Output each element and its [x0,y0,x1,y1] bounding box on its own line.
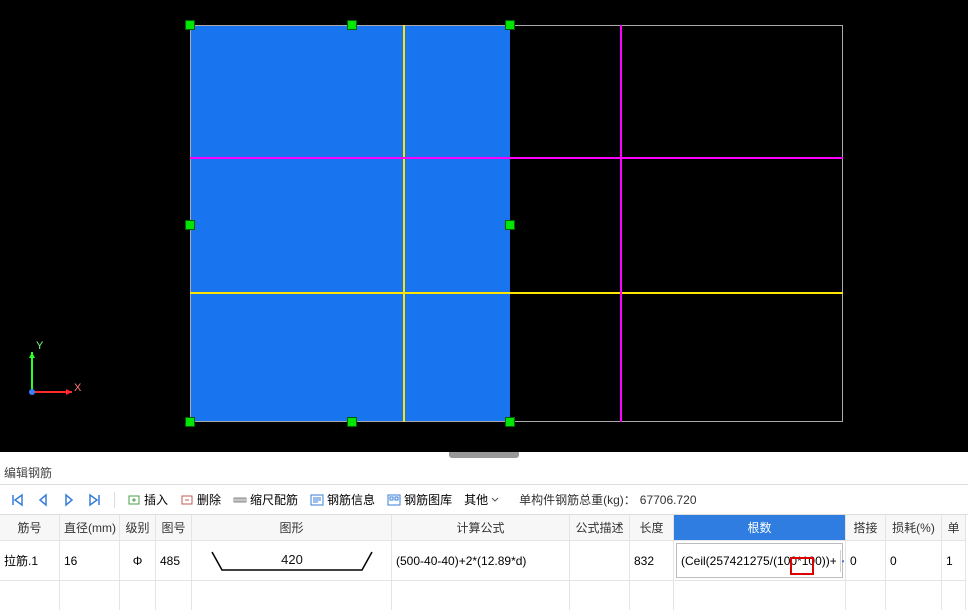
library-label: 钢筋图库 [404,491,452,508]
grip-handle[interactable] [185,220,195,230]
axis-x-label: X [74,382,81,394]
slab-outline [190,25,843,422]
empty-cell[interactable] [846,581,886,610]
ruler-button[interactable]: 缩尺配筋 [229,489,302,510]
empty-cell[interactable] [570,581,630,610]
grip-handle[interactable] [505,220,515,230]
col-dia[interactable]: 直径(mm) [60,515,120,541]
empty-cell[interactable] [0,581,60,610]
pane-title: 编辑钢筋 [0,458,968,484]
empty-cell[interactable] [630,581,674,610]
col-grade[interactable]: 级别 [120,515,156,541]
grid-header-row: 筋号 直径(mm) 级别 图号 图形 计算公式 公式描述 长度 根数 搭接 损耗… [0,515,968,541]
col-lap[interactable]: 搭接 [846,515,886,541]
axis-line-vertical [620,25,622,422]
grip-handle[interactable] [185,417,195,427]
rebar-grid: 筋号 直径(mm) 级别 图号 图形 计算公式 公式描述 长度 根数 搭接 损耗… [0,515,968,610]
nav-next-button[interactable] [58,491,80,509]
ruler-label: 缩尺配筋 [250,491,298,508]
cell-id[interactable]: 拉筋.1 [0,541,60,581]
col-shape[interactable]: 图形 [192,515,392,541]
nav-first-button[interactable] [6,491,28,509]
table-row-empty[interactable] [0,581,968,610]
col-id[interactable]: 筋号 [0,515,60,541]
rebar-toolbar: 插入 删除 缩尺配筋 钢筋信息 钢筋图库 其他 单构件钢筋总重(kg)： 677… [0,484,968,515]
cell-formula-desc[interactable] [570,541,630,581]
grid-line-horizontal [190,292,843,294]
delete-button[interactable]: 删除 [176,489,225,510]
table-row[interactable]: 拉筋.1 16 Φ 485 420 (500-40-40)+2*(12.89*d… [0,541,968,581]
ucs-icon: X Y [22,342,82,402]
count-editor[interactable]: ⋯ [676,543,843,578]
info-label: 钢筋信息 [327,491,375,508]
col-shape-no[interactable]: 图号 [156,515,192,541]
empty-cell[interactable] [120,581,156,610]
axis-y-label: Y [36,340,43,352]
delete-label: 删除 [197,491,221,508]
empty-cell[interactable] [192,581,392,610]
col-single[interactable]: 单 [942,515,966,541]
total-weight-value: 67706.720 [640,493,697,507]
cell-formula[interactable]: (500-40-40)+2*(12.89*d) [392,541,570,581]
grip-handle[interactable] [347,20,357,30]
grip-handle[interactable] [505,20,515,30]
empty-cell[interactable] [156,581,192,610]
rebar-shape-icon: 420 [197,544,387,578]
cad-viewport[interactable]: X Y [0,0,968,452]
cell-single[interactable]: 1 [942,541,966,581]
library-button[interactable]: 钢筋图库 [383,489,456,510]
drawing-area[interactable] [190,25,843,422]
info-button[interactable]: 钢筋信息 [306,489,379,510]
cell-grade[interactable]: Φ [120,541,156,581]
empty-cell[interactable] [392,581,570,610]
grip-handle[interactable] [185,20,195,30]
count-input[interactable] [677,554,840,568]
cell-loss[interactable]: 0 [886,541,942,581]
empty-cell[interactable] [674,581,846,610]
empty-cell[interactable] [942,581,966,610]
col-loss[interactable]: 损耗(%) [886,515,942,541]
empty-cell[interactable] [60,581,120,610]
insert-label: 插入 [144,491,168,508]
insert-button[interactable]: 插入 [123,489,172,510]
cell-length[interactable]: 832 [630,541,674,581]
other-dropdown[interactable]: 其他 [460,489,503,510]
shape-dim: 420 [281,552,303,567]
col-length[interactable]: 长度 [630,515,674,541]
total-weight-label: 单构件钢筋总重(kg)： [519,491,636,508]
chevron-down-icon [491,496,499,504]
bottom-panel: 编辑钢筋 插入 删除 缩尺配筋 钢筋信息 钢筋图库 其他 [0,452,968,610]
col-formula[interactable]: 计算公式 [392,515,570,541]
grip-handle[interactable] [505,417,515,427]
separator [114,492,115,508]
cell-shape[interactable]: 420 [192,541,392,581]
empty-cell[interactable] [886,581,942,610]
cell-count[interactable]: ⋯ [674,541,846,581]
grid-line-vertical [403,25,405,422]
nav-last-button[interactable] [84,491,106,509]
cell-shape-no[interactable]: 485 [156,541,192,581]
cell-lap[interactable]: 0 [846,541,886,581]
cell-dia[interactable]: 16 [60,541,120,581]
other-label: 其他 [464,491,488,508]
grip-handle[interactable] [347,417,357,427]
axis-line-horizontal [190,157,843,159]
col-formula-desc[interactable]: 公式描述 [570,515,630,541]
nav-prev-button[interactable] [32,491,54,509]
col-count[interactable]: 根数 [674,515,846,541]
